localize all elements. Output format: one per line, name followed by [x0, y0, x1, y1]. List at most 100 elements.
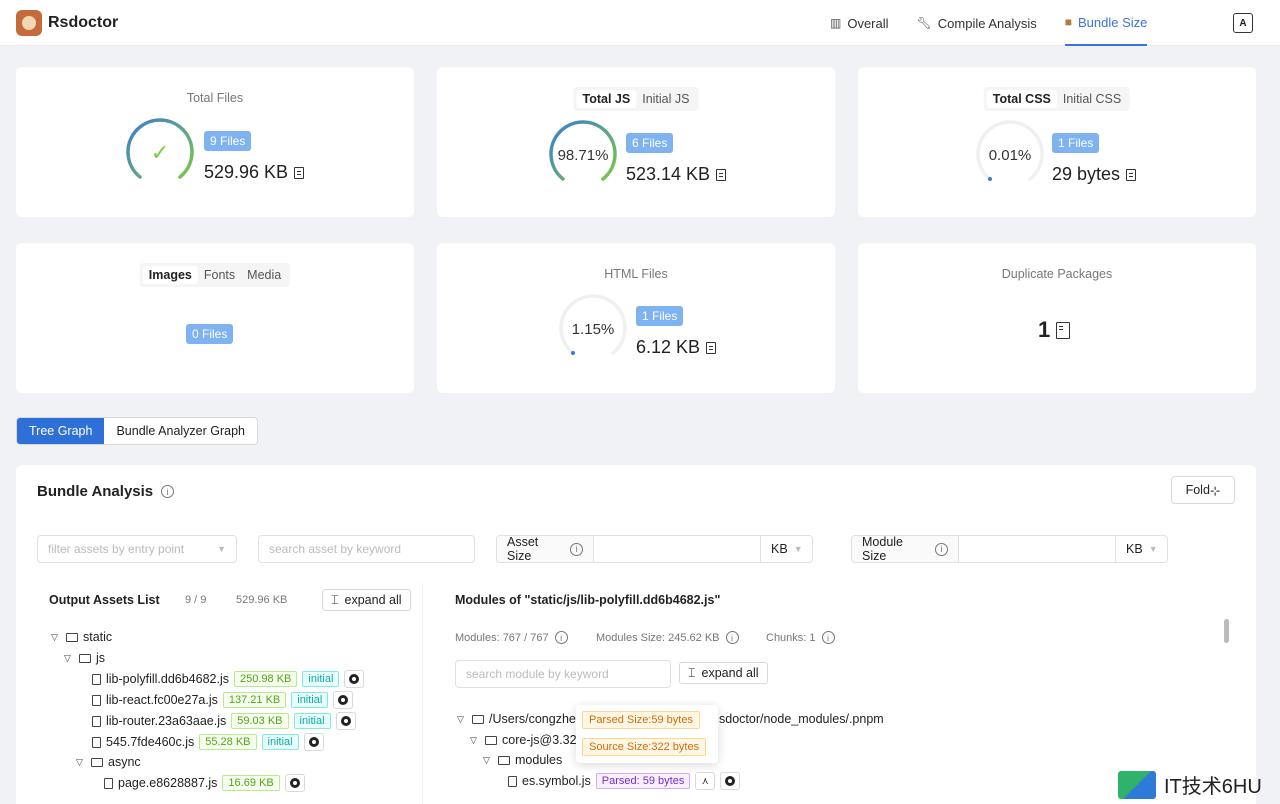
tree-file[interactable]: lib-polyfill.dd6b4682.js 250.98 KB initi…: [92, 669, 365, 689]
tab-bundle-analyzer-graph[interactable]: Bundle Analyzer Graph: [104, 418, 257, 444]
nav-overall-label: Overall: [847, 15, 889, 31]
modules-size-text: Modules Size: 245.62 KB: [596, 631, 720, 644]
css-toggle: Total CSS Initial CSS: [983, 87, 1131, 111]
tab-total-js[interactable]: Total JS: [576, 90, 637, 108]
module-graph-button[interactable]: [303, 733, 324, 751]
tree-label: page.e8628887.js: [118, 776, 218, 790]
asset-unit-select[interactable]: KB ▼: [760, 535, 813, 563]
nav-overall[interactable]: ▥ Overall: [830, 0, 889, 46]
parsed-size-tag: Parsed Size:59 bytes: [582, 711, 700, 729]
file-list-icon[interactable]: [294, 166, 305, 179]
info-icon[interactable]: i: [821, 631, 835, 644]
package-icon: ■: [1064, 15, 1073, 29]
info-icon[interactable]: i: [554, 631, 568, 644]
module-size-label: Module Size i: [851, 535, 959, 563]
tree-file[interactable]: page.e8628887.js 16.69 KB: [104, 773, 305, 793]
tab-initial-css[interactable]: Initial CSS: [1057, 90, 1127, 108]
duplicate-count-value: 1: [1038, 317, 1051, 342]
module-search-input[interactable]: search module by keyword: [455, 660, 671, 688]
module-path-suffix: sdoctor/node_modules/.pnpm: [719, 712, 884, 726]
expand-all-label: expand all: [344, 593, 402, 607]
top-header: Rsdoctor ▥ Overall 🔧︎ Compile Analysis ■…: [0, 0, 1280, 46]
card-media: Images Fonts Media 0 Files: [16, 243, 414, 393]
total-size-value: 529.96 KB: [204, 162, 289, 182]
tab-media[interactable]: Media: [241, 266, 287, 284]
file-warning-icon[interactable]: [1056, 321, 1071, 339]
css-percent: 0.01%: [988, 146, 1032, 164]
initial-tag: initial: [293, 713, 331, 729]
panel-title: Bundle Analysis i: [37, 483, 175, 500]
file-icon: [92, 694, 101, 706]
dependency-graph-button[interactable]: ⋏: [695, 772, 716, 790]
js-size: 523.14 KB: [626, 164, 727, 185]
tree-folder-static[interactable]: ▽ static: [51, 627, 112, 647]
module-unit-select[interactable]: KB ▼: [1115, 535, 1168, 563]
files-count-badge: 1 Files: [1052, 133, 1100, 153]
module-tree-label: es.symbol.js: [522, 774, 591, 788]
html-size-value: 6.12 KB: [636, 337, 701, 357]
module-graph-button[interactable]: [335, 712, 356, 730]
nav-compile-analysis[interactable]: 🔧︎ Compile Analysis: [917, 0, 1037, 46]
module-tree-row[interactable]: ▽ core-js@3.32: [470, 730, 577, 750]
nav-bundle-size[interactable]: ■ Bundle Size: [1064, 0, 1148, 46]
tree-file[interactable]: lib-react.fc00e27a.js 137.21 KB initial: [92, 690, 354, 710]
chevron-down-icon: ▽: [51, 631, 58, 642]
nav-bundle-label: Bundle Size: [1078, 14, 1148, 30]
tree-file[interactable]: lib-router.23a63aae.js 59.03 KB initial: [92, 711, 356, 731]
tree-folder-js[interactable]: ▽ js: [64, 648, 105, 668]
expand-all-label: expand all: [701, 666, 759, 680]
module-search-placeholder: search module by keyword: [466, 667, 609, 681]
info-icon[interactable]: i: [725, 631, 739, 644]
module-tree-row[interactable]: es.symbol.js Parsed: 59 bytes ⋏: [508, 771, 741, 791]
fold-button[interactable]: Fold ⊹: [1171, 476, 1235, 504]
js-size-value: 523.14 KB: [626, 164, 711, 184]
translate-icon[interactable]: A: [1233, 13, 1253, 33]
modules-expand-all-button[interactable]: ⌶ expand all: [679, 662, 768, 684]
file-list-icon[interactable]: [1126, 168, 1137, 181]
file-icon: [92, 736, 101, 748]
html-percent: 1.15%: [571, 320, 615, 338]
app-logo[interactable]: Rsdoctor: [16, 10, 118, 36]
asset-search-input[interactable]: search asset by keyword: [258, 535, 475, 563]
check-icon: ✓: [150, 140, 170, 165]
module-graph-button[interactable]: [333, 691, 354, 709]
tab-fonts[interactable]: Fonts: [198, 266, 241, 284]
file-list-icon[interactable]: [716, 168, 727, 181]
css-size: 29 bytes: [1052, 164, 1137, 185]
info-icon[interactable]: i: [570, 542, 583, 556]
module-tree-row[interactable]: ▽ modules: [483, 750, 562, 770]
size-popover: Parsed Size:59 bytes Source Size:322 byt…: [576, 705, 718, 763]
panel-title-text: Bundle Analysis: [37, 483, 154, 500]
filter-placeholder: filter assets by entry point: [48, 542, 185, 556]
file-list-icon[interactable]: [706, 341, 717, 354]
info-icon[interactable]: i: [935, 542, 948, 556]
css-size-value: 29 bytes: [1052, 164, 1121, 184]
module-graph-button[interactable]: [284, 774, 305, 792]
module-graph-button[interactable]: [344, 670, 365, 688]
folder-icon: [472, 714, 484, 724]
target-icon: [349, 674, 360, 684]
asset-size-input[interactable]: [593, 535, 761, 563]
module-tree-row[interactable]: ▽ /Users/congzhe: [457, 709, 576, 729]
module-size-input[interactable]: [958, 535, 1116, 563]
size-tag: 59.03 KB: [231, 713, 289, 729]
info-icon[interactable]: i: [161, 485, 175, 498]
size-tag: 250.98 KB: [234, 671, 298, 687]
target-icon: [338, 695, 349, 705]
tab-total-css[interactable]: Total CSS: [986, 90, 1057, 108]
tree-file[interactable]: 545.7fde460c.js 55.28 KB initial: [92, 732, 324, 752]
module-detail-button[interactable]: [720, 772, 741, 790]
card-total-js: Total JS Initial JS 98.71% 6 Files 523.1…: [437, 67, 835, 217]
expand-all-button[interactable]: ⌶ expand all: [322, 589, 411, 611]
initial-tag: initial: [261, 734, 299, 750]
folder-icon: [79, 653, 91, 663]
entry-point-filter[interactable]: filter assets by entry point ▼: [37, 535, 237, 563]
tab-initial-js[interactable]: Initial JS: [636, 90, 695, 108]
tree-label: lib-polyfill.dd6b4682.js: [106, 672, 229, 686]
card-duplicate-packages: Duplicate Packages 1: [858, 243, 1256, 393]
chunks-count: Chunks: 1 i: [766, 631, 835, 644]
modules-scrollbar[interactable]: [1224, 619, 1229, 643]
tree-folder-async[interactable]: ▽ async: [76, 752, 141, 772]
tab-images[interactable]: Images: [142, 266, 198, 284]
tab-tree-graph[interactable]: Tree Graph: [17, 418, 105, 444]
